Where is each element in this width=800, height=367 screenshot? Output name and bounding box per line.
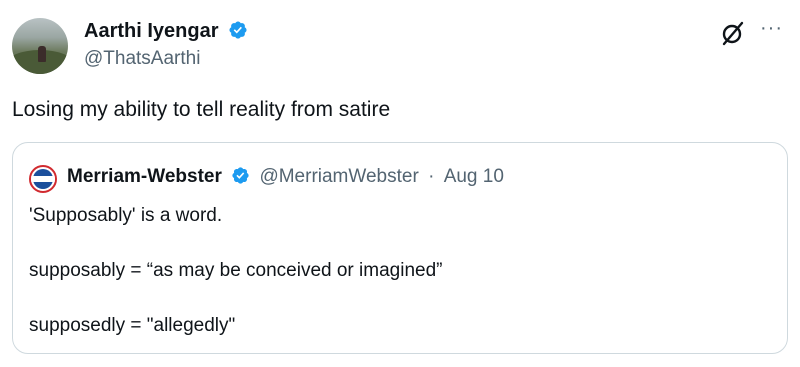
quoted-tweet-card[interactable]: Merriam-Webster @MerriamWebster · Aug 10…: [12, 142, 788, 354]
author-name-row[interactable]: Aarthi Iyengar: [84, 20, 248, 43]
quote-line: 'Supposably' is a word.: [29, 205, 223, 226]
verified-badge-icon: [232, 167, 249, 184]
tweet: Aarthi Iyengar @ThatsAarthi ··· Losing m…: [0, 0, 800, 367]
author-handle[interactable]: @ThatsAarthi: [84, 48, 200, 70]
grok-icon[interactable]: [720, 20, 746, 46]
quote-date[interactable]: Aug 10: [444, 166, 504, 187]
author-name[interactable]: Aarthi Iyengar: [84, 20, 218, 42]
quote-line: supposedly = "allegedly": [29, 315, 236, 336]
quote-author-name[interactable]: Merriam-Webster: [67, 166, 222, 187]
verified-badge-icon: [229, 21, 247, 39]
author-avatar[interactable]: [12, 18, 68, 74]
merriam-webster-avatar[interactable]: [29, 165, 57, 193]
more-icon[interactable]: ···: [760, 18, 788, 44]
tweet-text: Losing my ability to tell reality from s…: [12, 98, 391, 121]
meta-separator: ·: [428, 166, 435, 187]
quote-header: Merriam-Webster @MerriamWebster · Aug 10: [67, 166, 504, 188]
quote-author-handle[interactable]: @MerriamWebster: [259, 166, 418, 187]
quote-line: supposably = “as may be conceived or ima…: [29, 260, 443, 281]
